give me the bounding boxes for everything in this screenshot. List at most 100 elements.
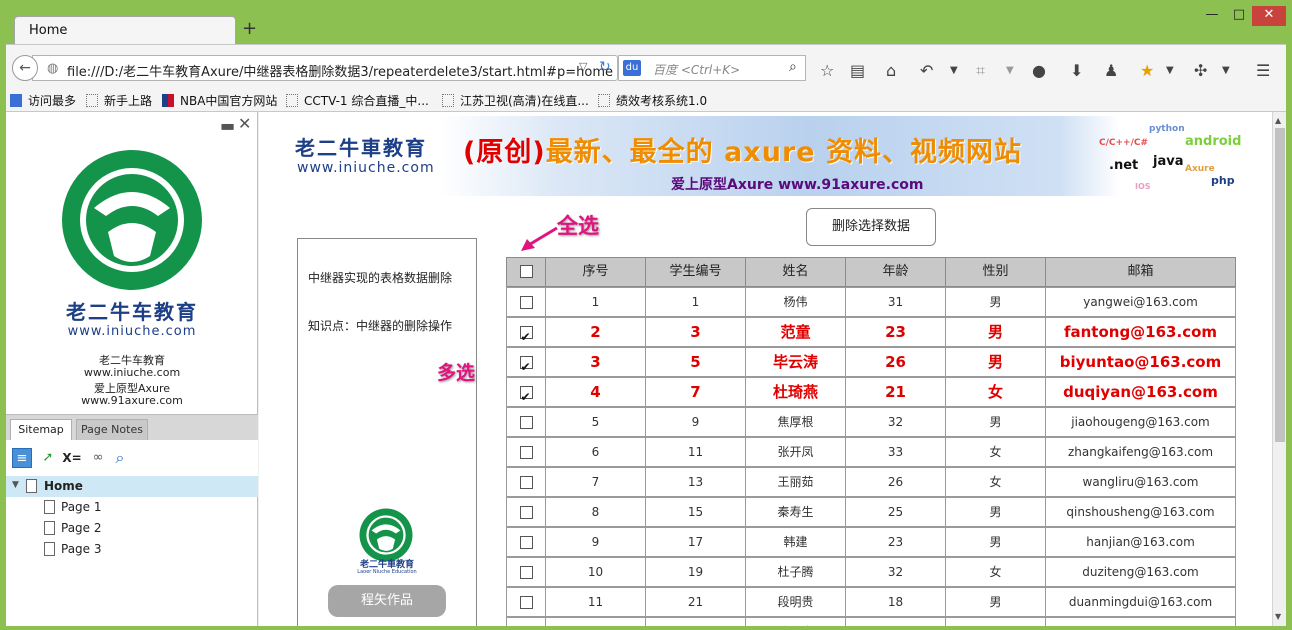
cell-name: 王丽茹 [746,467,846,497]
row-checkbox-cell[interactable] [506,287,546,317]
table-row[interactable]: 7 13 王丽茹 26 女 wangliru@163.com [506,467,1236,497]
table-row[interactable]: 23范童23男fantong@163.com [506,317,1236,347]
tab-sitemap[interactable]: Sitemap [10,419,72,441]
row-checkbox-cell[interactable] [506,377,546,407]
dropdown-icon[interactable]: ▼ [1166,65,1174,76]
row-checkbox-cell[interactable] [506,617,546,626]
menu-hamburger-icon[interactable]: ☰ [1256,61,1270,80]
scroll-down-arrow-icon[interactable]: ▼ [1275,612,1281,621]
reload-icon[interactable]: ↻ [599,59,611,75]
row-checkbox[interactable] [519,416,533,429]
magnifier-icon[interactable]: ⌕ [789,59,797,75]
bookmark-performance-system[interactable]: 绩效考核系统1.0 [598,92,707,109]
select-all-checkbox[interactable] [519,265,533,278]
row-checkbox-cell[interactable] [506,587,546,617]
row-checkbox[interactable] [519,383,533,406]
row-checkbox-cell[interactable] [506,437,546,467]
collapse-panel-icon[interactable]: ▬ [220,116,235,135]
row-checkbox[interactable] [519,323,533,346]
bookmark-jiangsu-tv[interactable]: 江苏卫视(高清)在线直... [442,92,589,109]
row-checkbox-cell[interactable] [506,407,546,437]
table-row[interactable]: 47杜琦燕21女duqiyan@163.com [506,377,1236,407]
row-checkbox-cell[interactable] [506,497,546,527]
row-checkbox[interactable] [519,353,533,376]
tree-item-home[interactable]: ▼ Home [6,476,258,497]
scroll-thumb[interactable] [1275,128,1285,442]
table-row[interactable]: 35毕云涛26男biyuntao@163.com [506,347,1236,377]
page-list-icon[interactable]: ≡ [12,448,32,468]
row-checkbox[interactable] [519,596,533,609]
star-bookmark-icon[interactable]: ☆ [820,61,834,80]
bookmark-cctv1[interactable]: CCTV-1 综合直播_中... [286,92,429,109]
extension-icon[interactable]: ✣ [1194,61,1207,80]
vertical-scrollbar[interactable]: ▲ ▼ [1272,112,1286,626]
dropdown-icon[interactable]: ▼ [1006,65,1014,76]
row-checkbox[interactable] [519,446,533,459]
row-checkbox[interactable] [519,506,533,519]
cell-name: 杨伟 [746,287,846,317]
globe-icon: ◍ [47,61,59,76]
row-checkbox-cell[interactable] [506,527,546,557]
new-tab-button[interactable]: + [242,18,257,39]
bookmark-most-visited[interactable]: 访问最多 [10,92,76,109]
expand-arrow-icon[interactable]: ▼ [12,480,19,490]
search-icon[interactable]: ⌕ [110,448,130,468]
row-checkbox[interactable] [519,296,533,309]
table-row[interactable]: 6 11 张开凤 33 女 zhangkaifeng@163.com [506,437,1236,467]
back-button[interactable]: ← [12,55,38,81]
tree-item-page-2[interactable]: Page 2 [6,518,258,539]
table-row[interactable]: 8 15 秦寿生 25 男 qinshousheng@163.com [506,497,1236,527]
undo-icon[interactable]: ↶ [920,61,933,80]
reading-list-icon[interactable]: ▤ [850,61,865,80]
baidu-paw-icon[interactable]: du [623,60,641,76]
window-content: Home + — □ ✕ ◍ file:///D:/老二牛车教育Axure/中继… [6,6,1286,626]
header-select-all-cell[interactable] [506,257,546,287]
row-checkbox[interactable] [519,476,533,489]
cell-name: 韩建 [746,527,846,557]
cell-age: 26 [846,467,946,497]
cell-student-id: 13 [646,467,746,497]
home-icon[interactable]: ⌂ [886,61,896,80]
cell-name: 秦寿生 [746,497,846,527]
table-row[interactable]: 10 19 杜子腾 32 女 duziteng@163.com [506,557,1236,587]
row-checkbox[interactable] [519,566,533,579]
tab-home[interactable]: Home [14,16,236,46]
dropdown-icon[interactable]: ▼ [950,65,958,76]
chat-bubble-icon[interactable]: ● [1032,61,1046,80]
variables-icon[interactable]: X= [62,448,82,468]
row-checkbox-cell[interactable] [506,347,546,377]
close-window-button[interactable]: ✕ [1252,6,1286,26]
delete-selected-button[interactable]: 删除选择数据 [806,208,936,246]
bookmark-getting-started[interactable]: 新手上路 [86,92,152,109]
row-checkbox[interactable] [519,536,533,549]
table-row[interactable]: 11 21 段明贵 18 男 duanmingdui@163.com [506,587,1236,617]
row-checkbox-cell[interactable] [506,317,546,347]
tab-page-notes[interactable]: Page Notes [76,419,148,441]
table-row[interactable]: 1 1 杨伟 31 男 yangwei@163.com [506,287,1236,317]
row-checkbox-cell[interactable] [506,467,546,497]
link-icon[interactable]: ∞ [88,448,108,468]
row-checkbox-cell[interactable] [506,557,546,587]
url-history-dropdown-icon[interactable]: ▽ [579,60,587,73]
table-row[interactable]: 1223赖月金32男laiyuejin@163.com [506,617,1236,626]
author-button[interactable]: 程矢作品 [328,585,446,617]
table-row[interactable]: 9 17 韩建 23 男 hanjian@163.com [506,527,1236,557]
highlight-cursor-icon[interactable]: ➚ [38,448,58,468]
bookmark-page-icon [598,94,610,107]
bookmark-nba[interactable]: NBA中国官方网站 [162,92,277,109]
tree-item-page-1[interactable]: Page 1 [6,497,258,518]
download-icon[interactable]: ⬇ [1070,61,1083,80]
search-bar[interactable]: du 百度 <Ctrl+K> ⌕ [618,55,806,81]
cell-seq: 7 [546,467,646,497]
minimize-button[interactable]: — [1198,6,1226,26]
dropdown-icon[interactable]: ▼ [1222,65,1230,76]
favorites-star-icon[interactable]: ★ [1140,61,1154,80]
url-bar[interactable]: ◍ file:///D:/老二牛车教育Axure/中继器表格删除数据3/repe… [32,55,618,81]
maximize-button[interactable]: □ [1226,6,1252,26]
user-icon[interactable]: ♟ [1104,61,1118,80]
crop-icon[interactable]: ⌗ [976,61,985,81]
scroll-up-arrow-icon[interactable]: ▲ [1275,116,1281,125]
table-row[interactable]: 5 9 焦厚根 32 男 jiaohougeng@163.com [506,407,1236,437]
tree-item-page-3[interactable]: Page 3 [6,539,258,560]
close-panel-icon[interactable]: ✕ [238,114,251,133]
